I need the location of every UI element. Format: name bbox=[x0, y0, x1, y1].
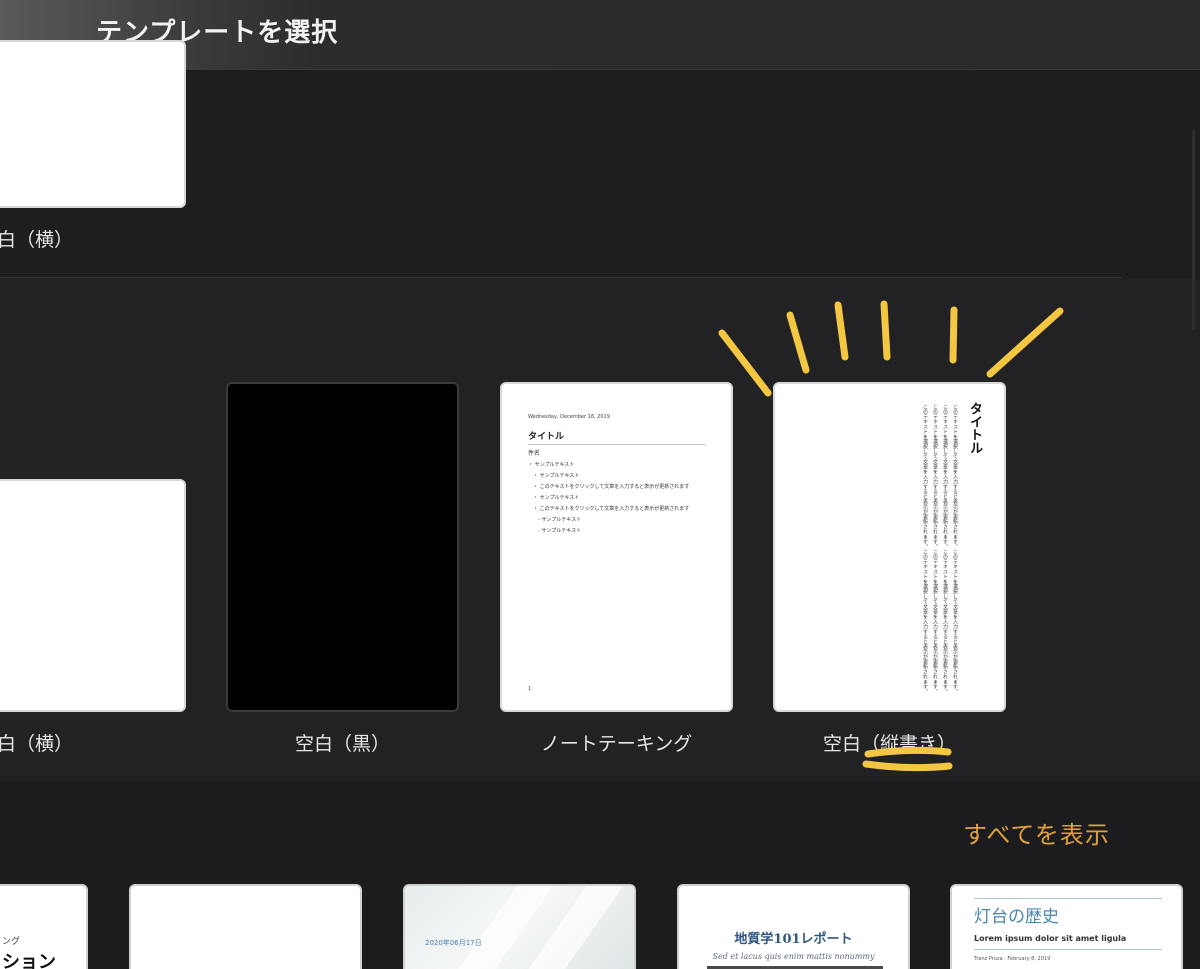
note-line: ・ サンプルテキスト bbox=[528, 473, 580, 479]
template-thumb-blank-black[interactable] bbox=[226, 382, 459, 712]
report-4-subtitle: Sed et lacus quis enim mattis nonummy bbox=[712, 952, 875, 961]
template-label-note-taking: ノートテーキング bbox=[540, 733, 693, 755]
note-page-number: 1 bbox=[528, 686, 532, 692]
report-thumb-1[interactable]: ング ション bbox=[0, 884, 88, 969]
report-1-small-text: ング bbox=[2, 937, 21, 947]
note-line: - サンプルテキスト bbox=[528, 517, 582, 523]
report-5-author: Tranz Pruza · February 8, 2019 bbox=[974, 956, 1051, 962]
template-thumb-vertical-writing[interactable]: タイトル このテキストを選択して文章を入力すると表示が更新されます。このテキスト… bbox=[773, 382, 1006, 712]
report-thumb-5[interactable]: 灯台の歴史 Lorem ipsum dolor sit amet ligula … bbox=[950, 884, 1183, 969]
note-subject: 件名 bbox=[528, 450, 541, 457]
note-title-rule bbox=[528, 444, 706, 445]
show-all-link[interactable]: すべてを表示 bbox=[963, 815, 1110, 850]
scroll-indicator[interactable] bbox=[1192, 130, 1195, 330]
report-thumb-4[interactable]: 地質学101レポート Sed et lacus quis enim mattis… bbox=[677, 884, 910, 969]
template-label-vertical-writing: 空白（縦書き） bbox=[822, 733, 956, 755]
report-5-subtitle: Lorem ipsum dolor sit amet ligula bbox=[974, 934, 1127, 943]
report-5-mid-rule bbox=[974, 949, 1162, 950]
report-thumb-3[interactable]: 2020年06月17日 bbox=[403, 884, 636, 969]
template-label-blank-black: 空白（黒） bbox=[294, 733, 390, 755]
note-line: ・ このテキストをクリックして文章を入力すると表示が更新されます bbox=[528, 484, 690, 490]
report-5-title: 灯台の歴史 bbox=[974, 907, 1059, 927]
section-divider bbox=[0, 277, 1122, 278]
report-1-big-text: ション bbox=[2, 952, 56, 969]
note-date: Wednesday, December 18, 2019 bbox=[528, 414, 610, 420]
note-line: - サンプルテキスト bbox=[528, 528, 582, 534]
note-line: ・ サンプルテキスト bbox=[528, 462, 575, 468]
template-thumb-note-taking[interactable]: Wednesday, December 18, 2019 タイトル 件名 ・ サ… bbox=[500, 382, 733, 712]
report-4-title: 地質学101レポート bbox=[734, 932, 853, 947]
template-label-blank-landscape-top: 白（横） bbox=[0, 229, 74, 251]
vertical-title: タイトル bbox=[967, 402, 982, 454]
note-line: ・ サンプルテキスト bbox=[528, 495, 580, 501]
note-title: タイトル bbox=[528, 432, 565, 442]
template-label-blank-landscape: 白（横） bbox=[0, 733, 74, 755]
report-3-date: 2020年06月17日 bbox=[425, 939, 482, 947]
vertical-body: このテキストを選択して文章を入力すると表示が更新されます。このテキストを選択して… bbox=[922, 404, 958, 694]
note-lines: ・ サンプルテキスト ・ サンプルテキスト ・ このテキストをクリックして文章を… bbox=[528, 460, 689, 537]
report-5-top-rule bbox=[974, 898, 1162, 899]
template-thumb-blank-landscape-top[interactable] bbox=[0, 40, 186, 208]
template-thumb-blank-landscape[interactable] bbox=[0, 479, 186, 712]
report-thumb-2[interactable] bbox=[129, 884, 362, 969]
note-line: ・ このテキストをクリックして文章を入力すると表示が更新されます bbox=[528, 506, 690, 512]
